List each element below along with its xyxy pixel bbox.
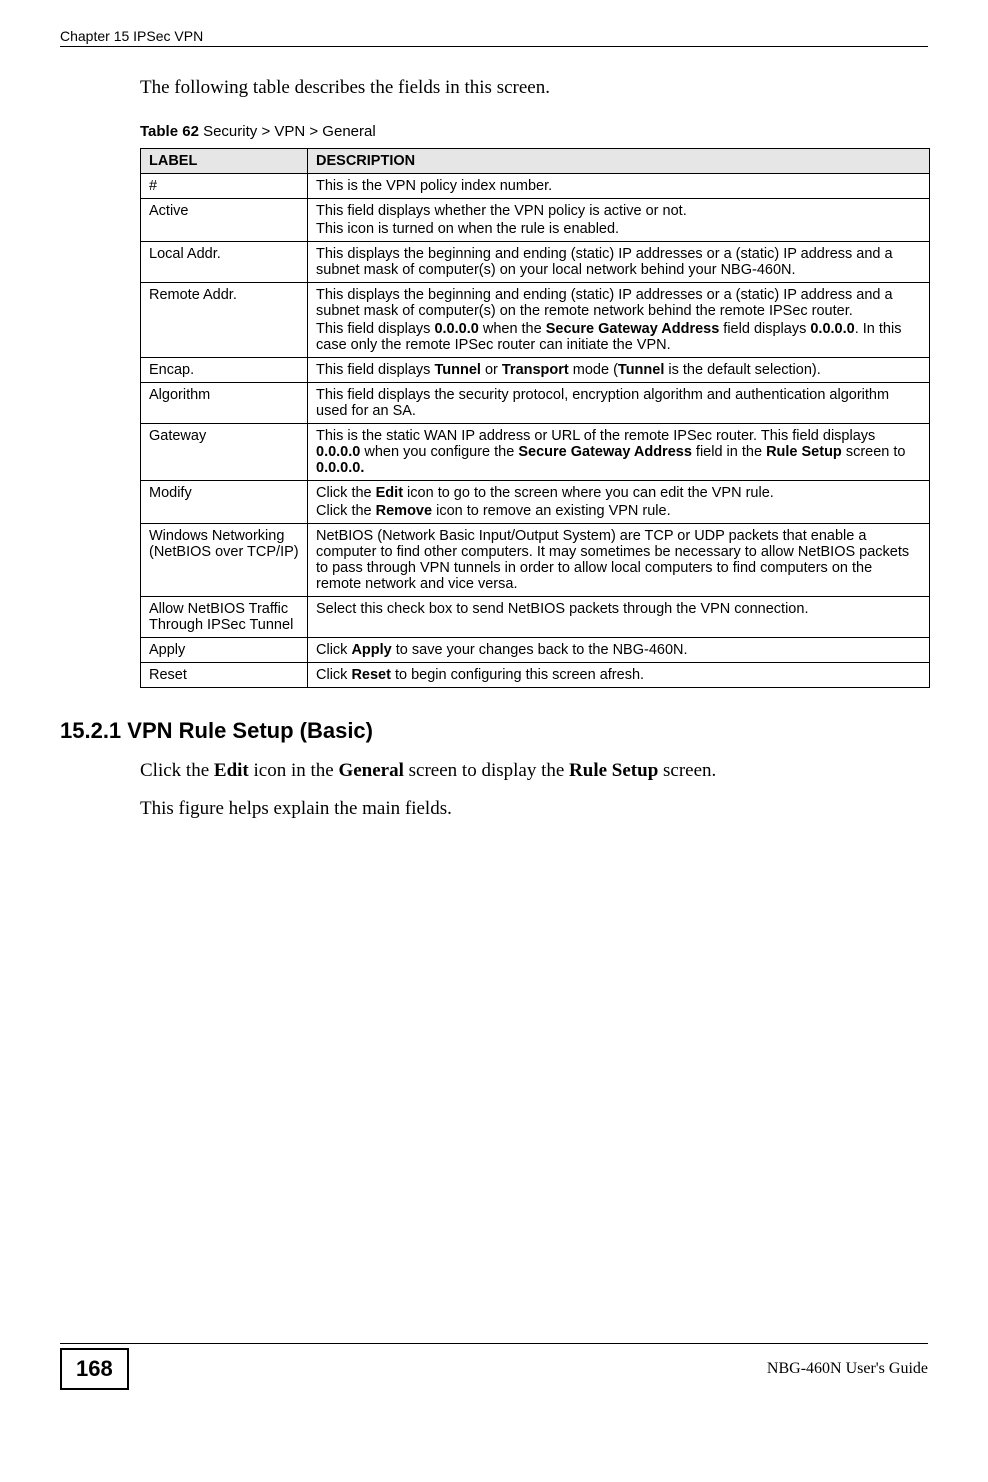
row-description: This field displays the security protoco…	[308, 383, 930, 424]
column-header-label: LABEL	[141, 149, 308, 174]
bold-text: Tunnel	[618, 362, 664, 378]
body-paragraph: Click the Edit icon in the General scree…	[140, 758, 928, 784]
row-label: Remote Addr.	[141, 283, 308, 358]
row-description: This displays the beginning and ending (…	[308, 283, 930, 358]
table-row: Encap. This field displays Tunnel or Tra…	[141, 358, 930, 383]
bold-text: Apply	[351, 642, 391, 658]
bold-text: 0.0.0.0	[434, 321, 478, 337]
table-row: Remote Addr. This displays the beginning…	[141, 283, 930, 358]
page-number: 168	[60, 1348, 129, 1390]
field-description-table: LABEL DESCRIPTION # This is the VPN poli…	[140, 148, 930, 688]
bold-text: 0.0.0.0	[316, 444, 360, 460]
column-header-description: DESCRIPTION	[308, 149, 930, 174]
row-description: Click Reset to begin configuring this sc…	[308, 663, 930, 688]
t: field in the	[692, 444, 766, 460]
page-footer: 168 NBG-460N User's Guide	[60, 1343, 928, 1390]
table-row: Modify Click the Edit icon to go to the …	[141, 481, 930, 524]
t: icon to remove an existing VPN rule.	[432, 503, 671, 519]
table-row: Apply Click Apply to save your changes b…	[141, 638, 930, 663]
row-label: Gateway	[141, 424, 308, 481]
row-description: Select this check box to send NetBIOS pa…	[308, 597, 930, 638]
row-desc-text: Click the Edit icon to go to the screen …	[316, 485, 774, 501]
bold-text: 0.0.0.0	[810, 321, 854, 337]
footer-rule	[60, 1343, 928, 1344]
bold-text: Remove	[376, 503, 432, 519]
row-desc-text: This icon is turned on when the rule is …	[316, 221, 921, 237]
intro-paragraph: The following table describes the fields…	[140, 77, 928, 99]
table-row: Windows Networking (NetBIOS over TCP/IP)…	[141, 524, 930, 597]
bold-text: Edit	[376, 485, 403, 501]
bold-text: Secure Gateway Address	[518, 444, 692, 460]
row-description: NetBIOS (Network Basic Input/Output Syst…	[308, 524, 930, 597]
table-row: Gateway This is the static WAN IP addres…	[141, 424, 930, 481]
section-heading: 15.2.1 VPN Rule Setup (Basic)	[60, 718, 928, 744]
row-desc-text: This field displays 0.0.0.0 when the Sec…	[316, 321, 921, 353]
t: or	[481, 362, 502, 378]
t: This field displays	[316, 321, 434, 337]
t: Click	[316, 642, 351, 658]
t: screen.	[658, 760, 716, 781]
bold-text: 0.0.0.0.	[316, 460, 364, 476]
row-description: This field displays whether the VPN poli…	[308, 199, 930, 242]
t: to begin configuring this screen afresh.	[391, 667, 644, 683]
row-desc-text: This displays the beginning and ending (…	[316, 287, 893, 319]
t: is the default selection).	[664, 362, 820, 378]
t: Click the	[316, 503, 376, 519]
table-caption: Table 62 Security > VPN > General	[140, 123, 928, 140]
bold-text: Transport	[502, 362, 569, 378]
row-description: Click Apply to save your changes back to…	[308, 638, 930, 663]
row-label: Windows Networking (NetBIOS over TCP/IP)	[141, 524, 308, 597]
row-label: Apply	[141, 638, 308, 663]
bold-text: Reset	[351, 667, 391, 683]
t: Click the	[316, 485, 376, 501]
row-label: Algorithm	[141, 383, 308, 424]
t: screen to	[842, 444, 906, 460]
row-label: Encap.	[141, 358, 308, 383]
table-row: Local Addr. This displays the beginning …	[141, 242, 930, 283]
row-description: This field displays Tunnel or Transport …	[308, 358, 930, 383]
row-description: This is the VPN policy index number.	[308, 174, 930, 199]
running-header: Chapter 15 IPSec VPN	[60, 28, 928, 44]
t: when the	[479, 321, 546, 337]
row-description: This displays the beginning and ending (…	[308, 242, 930, 283]
row-label: #	[141, 174, 308, 199]
row-label: Local Addr.	[141, 242, 308, 283]
bold-text: Tunnel	[434, 362, 480, 378]
row-label: Modify	[141, 481, 308, 524]
table-caption-number: Table 62	[140, 123, 199, 140]
t: Click	[316, 667, 351, 683]
table-row: Algorithm This field displays the securi…	[141, 383, 930, 424]
t: field displays	[719, 321, 810, 337]
header-rule	[60, 46, 928, 47]
t: screen to display the	[404, 760, 569, 781]
guide-title: NBG-460N User's Guide	[767, 1360, 928, 1378]
row-description: This is the static WAN IP address or URL…	[308, 424, 930, 481]
bold-text: Secure Gateway Address	[546, 321, 720, 337]
row-label: Allow NetBIOS Traffic Through IPSec Tunn…	[141, 597, 308, 638]
table-row: # This is the VPN policy index number.	[141, 174, 930, 199]
t: This is the static WAN IP address or URL…	[316, 428, 875, 444]
t: when you configure the	[360, 444, 518, 460]
table-row: Active This field displays whether the V…	[141, 199, 930, 242]
row-label: Active	[141, 199, 308, 242]
table-caption-title: Security > VPN > General	[199, 123, 376, 140]
bold-text: General	[338, 760, 403, 781]
bold-text: Rule Setup	[766, 444, 842, 460]
row-desc-text: Click the Remove icon to remove an exist…	[316, 503, 921, 519]
t: icon to go to the screen where you can e…	[403, 485, 774, 501]
row-description: Click the Edit icon to go to the screen …	[308, 481, 930, 524]
bold-text: Edit	[214, 760, 249, 781]
t: icon in the	[249, 760, 339, 781]
table-row: Allow NetBIOS Traffic Through IPSec Tunn…	[141, 597, 930, 638]
t: to save your changes back to the NBG-460…	[392, 642, 688, 658]
table-row: Reset Click Reset to begin configuring t…	[141, 663, 930, 688]
table-header-row: LABEL DESCRIPTION	[141, 149, 930, 174]
t: mode (	[569, 362, 618, 378]
t: This field displays	[316, 362, 434, 378]
row-label: Reset	[141, 663, 308, 688]
t: Click the	[140, 760, 214, 781]
row-desc-text: This field displays whether the VPN poli…	[316, 203, 687, 219]
body-paragraph: This figure helps explain the main field…	[140, 796, 928, 822]
bold-text: Rule Setup	[569, 760, 658, 781]
